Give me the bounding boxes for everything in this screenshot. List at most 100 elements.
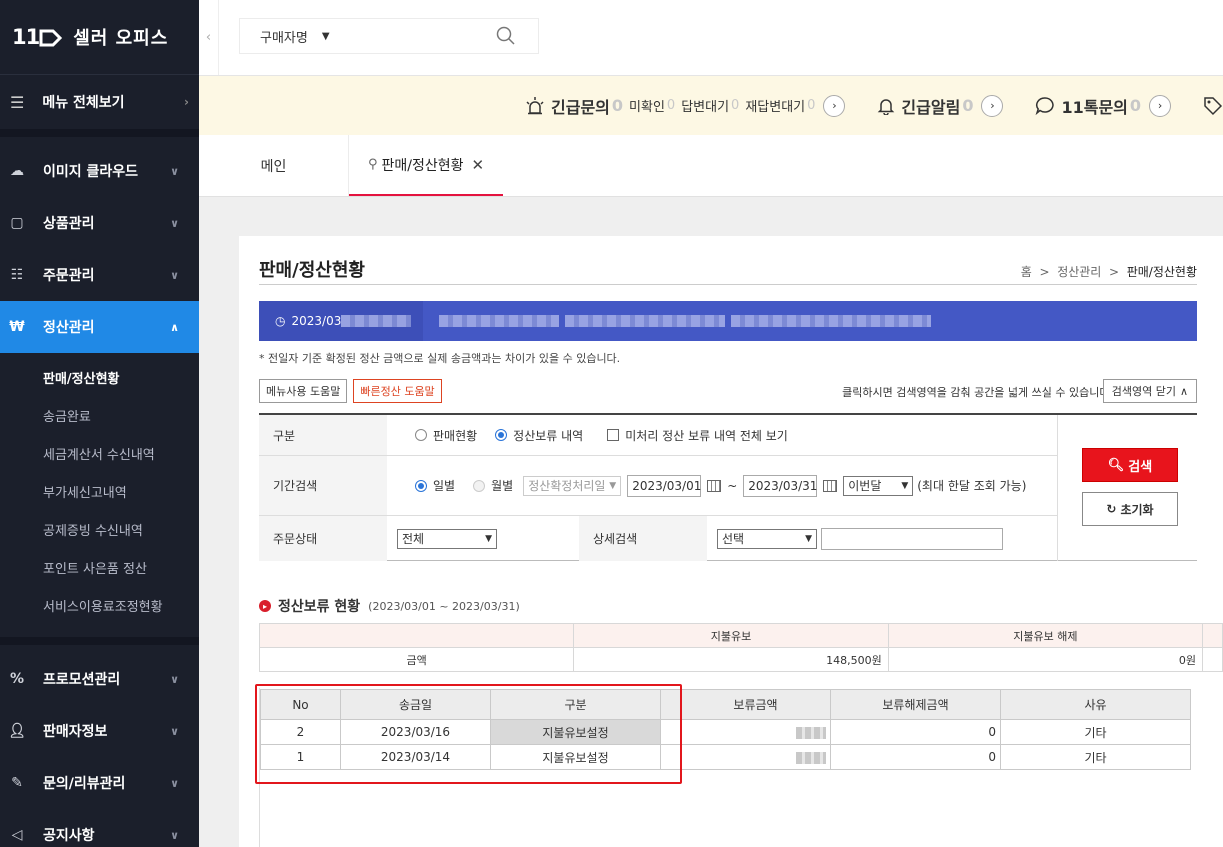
sidebar-item-promotion[interactable]: % 프로모션관리 ∨	[0, 653, 199, 705]
sidebar-item-inquiry-review[interactable]: ✎ 문의/리뷰관리 ∨	[0, 757, 199, 809]
sidebar-collapse-button[interactable]: ‹	[199, 0, 219, 75]
section-date-range: (2023/03/01 ~ 2023/03/31)	[368, 599, 520, 613]
header-search[interactable]: 구매자명 ▼	[239, 18, 539, 54]
menu-all-button[interactable]: ☰ 메뉴 전체보기 ›	[0, 75, 199, 137]
submenu-sales-settlement[interactable]: 판매/정산현황	[0, 361, 199, 399]
submenu-deduction-proof[interactable]: 공제증빙 수신내역	[0, 513, 199, 551]
sidebar-item-label: 상품관리	[43, 216, 95, 232]
breadcrumb-home[interactable]: 홈	[1021, 265, 1032, 279]
sidebar-item-notice[interactable]: ◁ 공지사항 ∨	[0, 809, 199, 847]
submenu-point-gift[interactable]: 포인트 사은품 정산	[0, 551, 199, 589]
search-row-status: 주문상태 전체 ▼ 상세검색 선택 ▼	[259, 516, 1057, 561]
sidebar-item-label: 정산관리	[43, 320, 95, 336]
hold-summary-table: 지불유보 지불유보 해제 금액 148,500원 0원	[258, 623, 1223, 672]
period-basis-select[interactable]: 정산확정처리일 ▼	[523, 475, 622, 496]
quick-settlement-help-button[interactable]: 빠른정산 도움말	[353, 379, 442, 403]
detail-search-select[interactable]: 선택 ▼	[717, 528, 817, 549]
reset-button[interactable]: ↻ 초기화	[1082, 492, 1178, 526]
submenu-remittance-done[interactable]: 송금완료	[0, 399, 199, 437]
chevron-down-icon: ∨	[170, 776, 179, 790]
date-to-input[interactable]: 2023/03/31	[743, 474, 817, 497]
tab-main[interactable]: 메인	[199, 135, 349, 196]
sidebar-item-settlement[interactable]: ₩ 정산관리 ∧	[0, 301, 199, 353]
notice-date: 2023/03	[291, 314, 342, 328]
chevron-down-icon: ∨	[170, 268, 179, 282]
urgent-inquiry-label: 긴급문의	[551, 97, 610, 117]
tab-main-label: 메인	[260, 158, 287, 175]
calendar-icon[interactable]	[823, 479, 838, 492]
period-preset-select[interactable]: 이번달 ▼	[843, 475, 914, 496]
breadcrumb-sep-icon: >	[1105, 265, 1123, 279]
detail-search-value: 선택	[722, 532, 745, 546]
breadcrumb-sep-icon: >	[1035, 265, 1054, 279]
logo-number: 11	[12, 25, 40, 49]
sidebar-item-order[interactable]: ☷ 주문관리 ∨	[0, 249, 199, 301]
highlight-box	[255, 684, 682, 784]
sidebar-item-label: 판매자정보	[43, 724, 108, 740]
megaphone-icon: ◁	[11, 827, 23, 843]
table-header-cell: 지불유보 해제	[887, 623, 1203, 648]
menu-help-button[interactable]: 메뉴사용 도움말	[259, 379, 348, 403]
refresh-icon: ↻	[1106, 502, 1117, 516]
calendar-icon[interactable]	[707, 479, 722, 492]
table-row: 금액 148,500원 0원	[258, 647, 1223, 672]
submenu-tax-invoice[interactable]: 세금계산서 수신내역	[0, 437, 199, 475]
search-button[interactable]: 🔍︎ 검색	[1082, 448, 1178, 482]
caret-down-icon: ▼	[609, 480, 617, 491]
tag-icon[interactable]	[1203, 96, 1223, 116]
radio-daily[interactable]	[415, 479, 427, 492]
table-header-cell: 사유	[1000, 689, 1191, 720]
close-tab-icon[interactable]: ✕	[471, 156, 484, 174]
urgent-alert-label: 긴급알림	[901, 97, 961, 117]
talk-label: 11톡문의	[1061, 97, 1128, 117]
sidebar-item-product[interactable]: ▢ 상품관리 ∨	[0, 197, 199, 249]
urgent-inquiry-go-button[interactable]: ›	[823, 94, 846, 117]
date-from-input[interactable]: 2023/03/01	[627, 474, 701, 497]
pin-icon[interactable]: ⚲	[368, 157, 378, 172]
urgent-alert-go-button[interactable]: ›	[981, 94, 1004, 117]
date-range-separator: ~	[727, 478, 738, 493]
won-icon: ₩	[9, 319, 25, 335]
chevron-up-icon: ∧	[170, 320, 179, 334]
notice-date-box: ◷ 2023/03	[259, 301, 423, 341]
breadcrumb-settlement[interactable]: 정산관리	[1057, 265, 1101, 279]
logo[interactable]: 11 셀러 오피스	[0, 0, 199, 75]
order-status-select[interactable]: 전체 ▼	[397, 528, 497, 549]
sidebar-item-label: 공지사항	[43, 828, 95, 844]
breadcrumb-current: 판매/정산현황	[1126, 265, 1197, 279]
unprocessed-checkbox[interactable]	[607, 429, 620, 441]
search-area-close-button[interactable]: 검색영역 닫기 ∧	[1102, 379, 1197, 403]
search-row-type: 구분 판매현황 정산보류 내역 미처리 정산 보류 내역 전체 보기	[259, 415, 1057, 456]
search-row-period: 기간검색 일별 월별 정산확정처리일 ▼ 2023/03/01 ~ 2023/03…	[259, 456, 1057, 516]
sidebar-item-seller-info[interactable]: 👤︎ 판매자정보 ∨	[0, 705, 199, 757]
radio-settlement-hold[interactable]	[495, 429, 508, 441]
caret-down-icon: ▼	[485, 533, 492, 544]
order-status-label: 주문상태	[259, 516, 387, 561]
chevron-right-icon: ›	[184, 95, 189, 109]
search-button-group: 🔍︎ 검색 ↻ 초기화	[1057, 415, 1197, 561]
search-icon[interactable]	[496, 26, 516, 46]
release-amount-cell: 0	[830, 744, 1001, 770]
type-label: 구분	[259, 415, 387, 455]
submenu-vat-report[interactable]: 부가세신고내역	[0, 475, 199, 513]
redacted-text	[439, 315, 559, 327]
radio-sales-status[interactable]	[415, 429, 427, 441]
radio-monthly[interactable]	[473, 479, 486, 492]
detail-search-input[interactable]	[821, 527, 1003, 550]
tab-sales-settlement[interactable]: ⚲ 판매/정산현황 ✕	[349, 135, 503, 196]
breadcrumb: 홈 > 정산관리 > 판매/정산현황	[1021, 263, 1197, 280]
cloud-icon: ☁	[10, 163, 24, 179]
unconfirmed-count: 0	[666, 98, 676, 113]
caret-down-icon: ▼	[805, 533, 812, 544]
redacted-text	[341, 315, 412, 327]
fold-button-label: 검색영역 닫기	[1111, 385, 1176, 398]
reason-cell: 기타	[1000, 744, 1191, 770]
period-preset-value: 이번달	[848, 478, 882, 493]
sidebar-item-image-cloud[interactable]: ☁ 이미지 클라우드 ∨	[0, 145, 199, 197]
submenu-fee-adjust[interactable]: 서비스이용료조정현황	[0, 589, 199, 627]
hold-amount-cell	[680, 719, 831, 745]
talk-go-button[interactable]: ›	[1149, 94, 1172, 117]
search-scope-select[interactable]: 구매자명	[260, 27, 308, 46]
notice-content	[423, 315, 937, 327]
awaiting-reply-label: 답변대기	[681, 100, 730, 115]
